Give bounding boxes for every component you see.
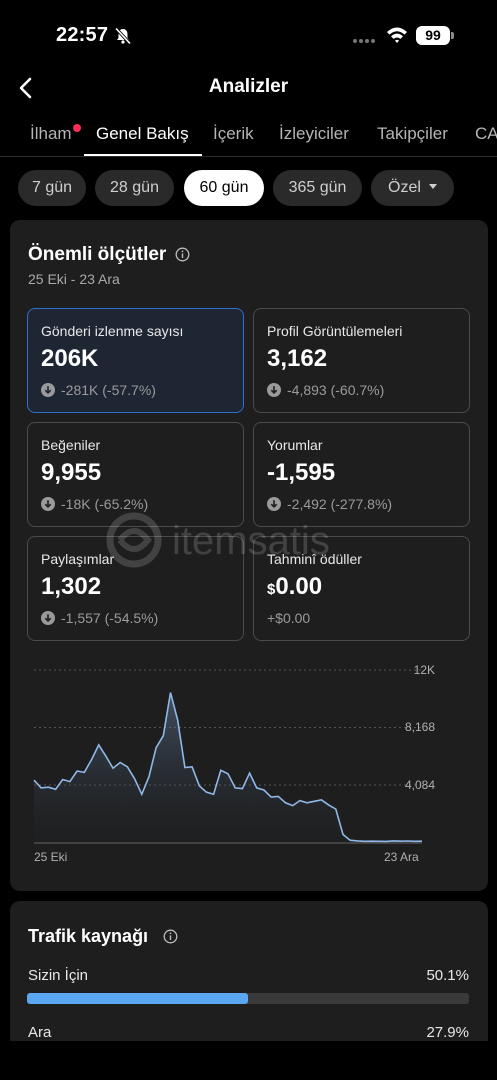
header: Analizler — [0, 68, 497, 108]
tab-inspiration[interactable]: İlham — [30, 124, 72, 144]
metric-label: Profil Görüntülemeleri — [267, 323, 403, 339]
arrow-down-icon — [41, 497, 55, 511]
info-icon[interactable] — [175, 247, 190, 262]
metric-label: Beğeniler — [41, 437, 101, 453]
metric-value: $0.00 — [267, 573, 322, 601]
metric-value: 3,162 — [267, 345, 328, 372]
metric-change: -281K (-57.7%) — [41, 382, 156, 398]
range-custom[interactable]: Özel — [371, 170, 454, 206]
metric-change-text: -4,893 (-60.7%) — [287, 382, 385, 398]
traffic-source-card: Trafik kaynağı Sizin İçin 50.1% Ara 27.9… — [10, 901, 488, 1041]
tab-viewers[interactable]: İzleyiciler — [279, 124, 349, 144]
metric-value: 9,955 — [41, 459, 102, 486]
cellular-signal-icon — [353, 39, 375, 43]
caret-down-icon — [428, 183, 437, 189]
series-area — [34, 692, 422, 843]
card-title: Önemli ölçütler — [28, 244, 167, 265]
tab-content[interactable]: İçerik — [213, 124, 254, 144]
views-chart[interactable]: 12K 8,168 4,084 25 Eki 23 Ara — [24, 660, 474, 870]
y-tick-label: 4,084 — [404, 778, 435, 792]
traffic-source-label: Ara — [28, 1024, 52, 1041]
arrow-down-icon — [267, 383, 281, 397]
range-custom-label: Özel — [388, 179, 421, 196]
metric-value-number: 0.00 — [275, 573, 323, 600]
info-icon[interactable] — [163, 929, 178, 944]
watermark-text: itemsatis — [172, 519, 330, 563]
y-tick-label: 12K — [413, 663, 435, 677]
range-365-days[interactable]: 365 gün — [273, 170, 362, 206]
x-tick-label: 25 Eki — [34, 850, 68, 864]
metric-value: 1,302 — [41, 573, 102, 600]
y-tick-label: 8,168 — [404, 720, 435, 734]
metric-change: -18K (-65.2%) — [41, 496, 148, 512]
traffic-source-label: Sizin İçin — [28, 967, 89, 984]
metric-change: -4,893 (-60.7%) — [267, 382, 384, 398]
status-bar: 22:57 99 — [0, 0, 497, 72]
progress-track — [27, 993, 469, 1004]
arrow-down-icon — [267, 497, 281, 511]
metric-value: -1,595 — [267, 459, 336, 486]
traffic-source-percent: 27.9% — [426, 1024, 469, 1041]
metric-change: -2,492 (-277.8%) — [267, 496, 392, 512]
metric-change-text: -2,492 (-277.8%) — [287, 496, 393, 512]
traffic-source-percent: 50.1% — [426, 967, 469, 984]
arrow-down-icon — [41, 611, 55, 625]
progress-fill — [27, 993, 249, 1004]
metric-value: 206K — [41, 345, 99, 372]
range-7-days[interactable]: 7 gün — [18, 170, 86, 206]
metric-label: Gönderi izlenme sayısı — [41, 323, 184, 339]
tab-overview[interactable]: Genel Bakış — [96, 124, 189, 144]
arrow-down-icon — [41, 383, 55, 397]
range-60-days[interactable]: 60 gün — [184, 170, 264, 206]
metric-change-text: -1,557 (-54.5%) — [61, 610, 159, 626]
metric-change: +$0.00 — [267, 610, 310, 626]
date-range: 25 Eki - 23 Ara — [28, 271, 120, 287]
card-title: Trafik kaynağı — [28, 926, 149, 946]
bell-off-icon — [114, 27, 132, 45]
wifi-icon — [387, 27, 407, 43]
tab-creator-academy[interactable]: CA — [475, 124, 497, 144]
watermark-logo: itemsatis — [106, 512, 330, 568]
range-28-days[interactable]: 28 gün — [95, 170, 174, 206]
x-tick-label: 23 Ara — [384, 850, 419, 864]
chart-plot — [33, 669, 423, 844]
tab-followers[interactable]: Takipçiler — [377, 124, 448, 144]
metric-change: -1,557 (-54.5%) — [41, 610, 158, 626]
active-tab-indicator — [84, 154, 202, 156]
tab-bar: İlham Genel Bakış İçerik İzleyiciler Tak… — [0, 114, 497, 157]
metric-change-text: -281K (-57.7%) — [61, 382, 156, 398]
page-title: Analizler — [208, 76, 289, 97]
status-time: 22:57 — [56, 24, 109, 46]
metric-label: Paylaşımlar — [41, 551, 115, 567]
battery-indicator: 99 — [416, 26, 450, 45]
metric-label: Yorumlar — [267, 437, 323, 453]
battery-cap — [451, 32, 454, 39]
metric-change-text: +$0.00 — [267, 610, 311, 626]
metric-profile-views[interactable]: Profil Görüntülemeleri 3,162 -4,893 (-60… — [253, 308, 470, 413]
metric-post-views[interactable]: Gönderi izlenme sayısı 206K -281K (-57.7… — [27, 308, 244, 413]
notification-dot — [73, 124, 81, 132]
metric-change-text: -18K (-65.2%) — [61, 496, 149, 512]
